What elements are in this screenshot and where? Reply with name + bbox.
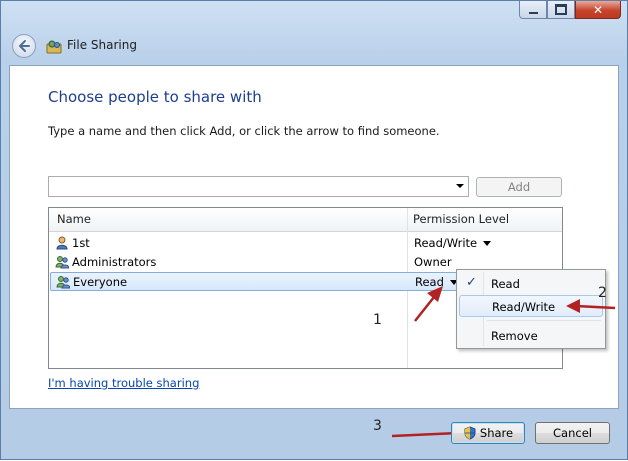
check-icon: ✓ [466,275,477,290]
annotation-marker-2: 2 [598,285,607,301]
user-icon [56,236,68,250]
row-permission: Owner [414,255,452,269]
maximize-icon [555,4,567,15]
file-sharing-window: ✕ File Sharing Choose people to share wi… [0,0,628,460]
window-title: File Sharing [67,38,137,52]
column-header-name[interactable]: Name [57,212,91,226]
instructions-text: Type a name and then click Add, or click… [48,124,440,138]
column-header-permission[interactable]: Permission Level [413,212,509,226]
row-permission[interactable]: Read/Write [414,236,492,250]
menu-item-read-write[interactable]: Read/Write [459,295,603,317]
row-name: 1st [72,236,90,250]
content-panel: Choose people to share with Type a name … [9,65,619,409]
menu-item-remove[interactable]: Remove [459,325,603,347]
uac-shield-icon [464,426,476,440]
list-row-1st[interactable]: 1st Read/Write [50,234,561,253]
sharing-users-icon [46,40,62,54]
back-button[interactable] [12,34,36,58]
annotation-marker-1: 1 [373,312,382,328]
add-button[interactable]: Add [476,177,562,197]
permission-menu: ✓ Read Read/Write Remove [456,269,606,349]
menu-item-read[interactable]: ✓ Read [459,273,603,295]
minimize-icon [528,11,538,14]
row-name: Administrators [72,255,157,269]
share-button[interactable]: Share [451,422,525,444]
caption-buttons: ✕ [519,1,621,19]
close-icon: ✕ [592,2,604,17]
list-header: Name Permission Level [49,208,562,232]
name-combobox[interactable] [48,176,469,197]
combo-arrow-icon[interactable] [456,184,464,188]
menu-separator [487,320,601,321]
maximize-button[interactable] [547,1,575,19]
group-icon [55,256,69,269]
dropdown-arrow-icon[interactable] [483,241,492,246]
row-name: Everyone [73,275,128,289]
close-button[interactable]: ✕ [575,1,621,19]
annotation-marker-3: 3 [373,418,382,434]
cancel-button[interactable]: Cancel [535,422,610,444]
row-permission[interactable]: Read [415,275,458,289]
trouble-sharing-link[interactable]: I'm having trouble sharing [48,376,199,390]
back-arrow-icon [19,40,30,52]
page-heading: Choose people to share with [48,88,262,106]
group-icon [56,276,70,289]
minimize-button[interactable] [519,1,547,19]
